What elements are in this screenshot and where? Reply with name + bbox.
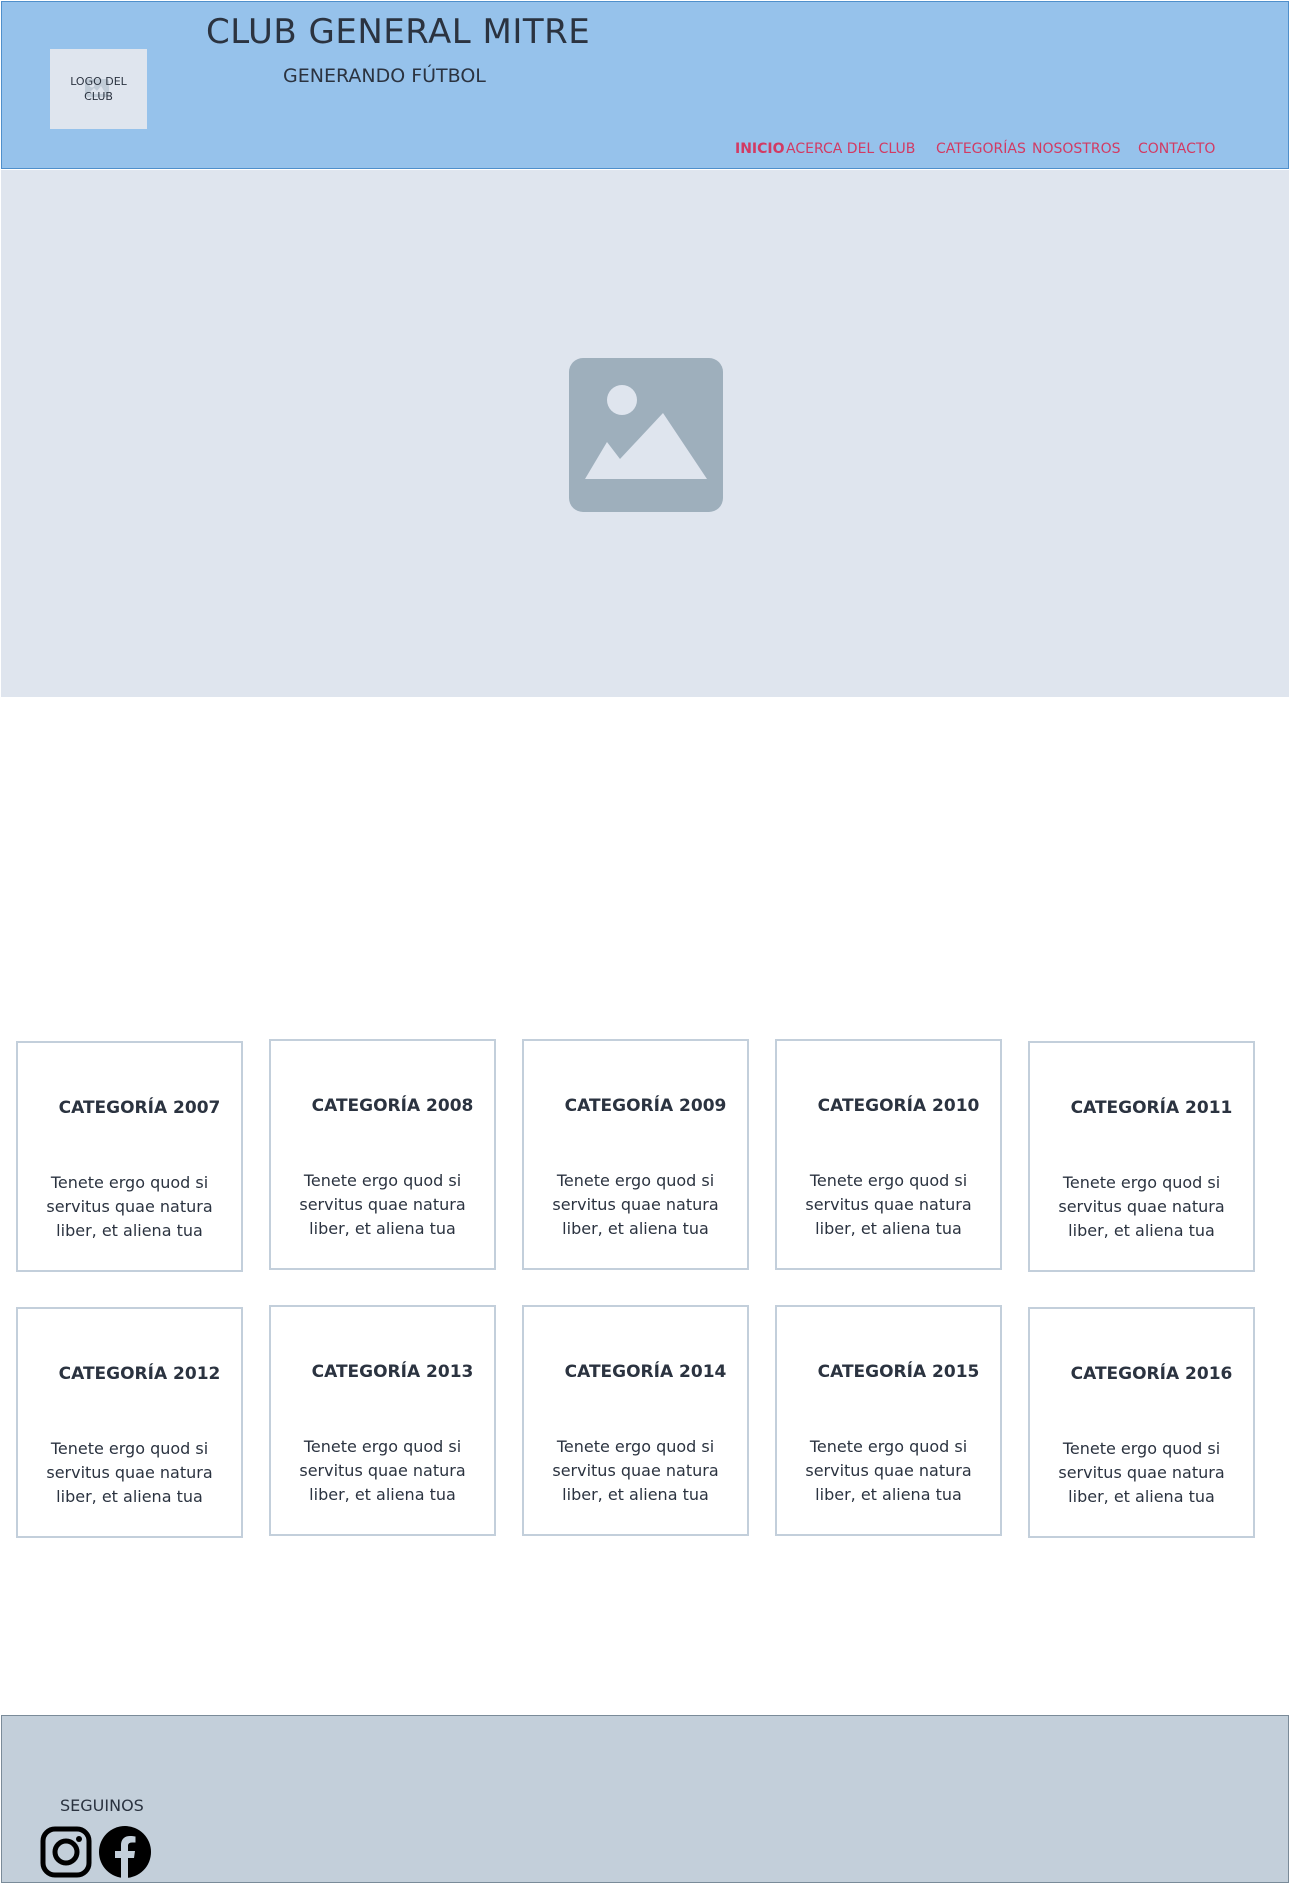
category-card[interactable]: CATEGORÍA 2009 Tenete ergo quod si servi… [522, 1039, 749, 1270]
category-card[interactable]: CATEGORÍA 2011 Tenete ergo quod si servi… [1028, 1041, 1255, 1272]
hero-banner [1, 170, 1289, 697]
nav-item-categorias[interactable]: CATEGORÍAS [936, 141, 1026, 157]
category-text: Tenete ergo quod si servitus quae natura… [299, 1437, 466, 1504]
nav-item-nosostros[interactable]: NOSOSTROS [1032, 141, 1120, 157]
category-title: CATEGORÍA 2016 [1070, 1364, 1233, 1384]
category-title: CATEGORÍA 2013 [311, 1362, 474, 1382]
category-text: Tenete ergo quod si servitus quae natura… [805, 1171, 972, 1238]
category-text: Tenete ergo quod si servitus quae natura… [552, 1437, 719, 1504]
main-nav: INICIO ACERCA DEL CLUB CATEGORÍAS NOSOST… [2, 141, 1288, 161]
category-card[interactable]: CATEGORÍA 2014 Tenete ergo quod si servi… [522, 1305, 749, 1536]
category-card[interactable]: CATEGORÍA 2007 Tenete ergo quod si servi… [16, 1041, 243, 1272]
category-text: Tenete ergo quod si servitus quae natura… [552, 1171, 719, 1238]
category-title: CATEGORÍA 2007 [58, 1098, 221, 1118]
category-text: Tenete ergo quod si servitus quae natura… [46, 1173, 213, 1240]
nav-item-acerca-del-club[interactable]: ACERCA DEL CLUB [786, 141, 915, 157]
site-subtitle: GENERANDO FÚTBOL [283, 65, 486, 87]
category-text: Tenete ergo quod si servitus quae natura… [1058, 1173, 1225, 1240]
category-text: Tenete ergo quod si servitus quae natura… [1058, 1439, 1225, 1506]
category-title: CATEGORÍA 2008 [311, 1096, 474, 1116]
nav-item-inicio[interactable]: INICIO [735, 141, 785, 157]
site-title: CLUB GENERAL MITRE [206, 12, 591, 52]
logo-text: LOGO DEL CLUB [70, 75, 127, 103]
category-text: Tenete ergo quod si servitus quae natura… [299, 1171, 466, 1238]
nav-item-contacto[interactable]: CONTACTO [1138, 141, 1215, 157]
category-title: CATEGORÍA 2015 [817, 1362, 980, 1382]
category-title: CATEGORÍA 2012 [58, 1364, 221, 1384]
category-title: CATEGORÍA 2014 [564, 1362, 727, 1382]
category-card[interactable]: CATEGORÍA 2016 Tenete ergo quod si servi… [1028, 1307, 1255, 1538]
category-title: CATEGORÍA 2009 [564, 1096, 727, 1116]
category-title: CATEGORÍA 2011 [1070, 1098, 1233, 1118]
site-header: LOGO DEL CLUB CLUB GENERAL MITRE GENERAN… [1, 1, 1289, 169]
category-card[interactable]: CATEGORÍA 2010 Tenete ergo quod si servi… [775, 1039, 1002, 1270]
site-footer: SEGUINOS [1, 1715, 1289, 1883]
facebook-icon[interactable] [99, 1826, 151, 1878]
follow-label: SEGUINOS [60, 1796, 144, 1815]
category-text: Tenete ergo quod si servitus quae natura… [46, 1439, 213, 1506]
category-title: CATEGORÍA 2010 [817, 1096, 980, 1116]
category-card[interactable]: CATEGORÍA 2012 Tenete ergo quod si servi… [16, 1307, 243, 1538]
category-card[interactable]: CATEGORÍA 2013 Tenete ergo quod si servi… [269, 1305, 496, 1536]
category-card[interactable]: CATEGORÍA 2008 Tenete ergo quod si servi… [269, 1039, 496, 1270]
instagram-icon[interactable] [40, 1826, 92, 1878]
category-text: Tenete ergo quod si servitus quae natura… [805, 1437, 972, 1504]
category-card[interactable]: CATEGORÍA 2015 Tenete ergo quod si servi… [775, 1305, 1002, 1536]
club-logo[interactable]: LOGO DEL CLUB [50, 49, 147, 129]
image-placeholder-icon [569, 358, 723, 512]
